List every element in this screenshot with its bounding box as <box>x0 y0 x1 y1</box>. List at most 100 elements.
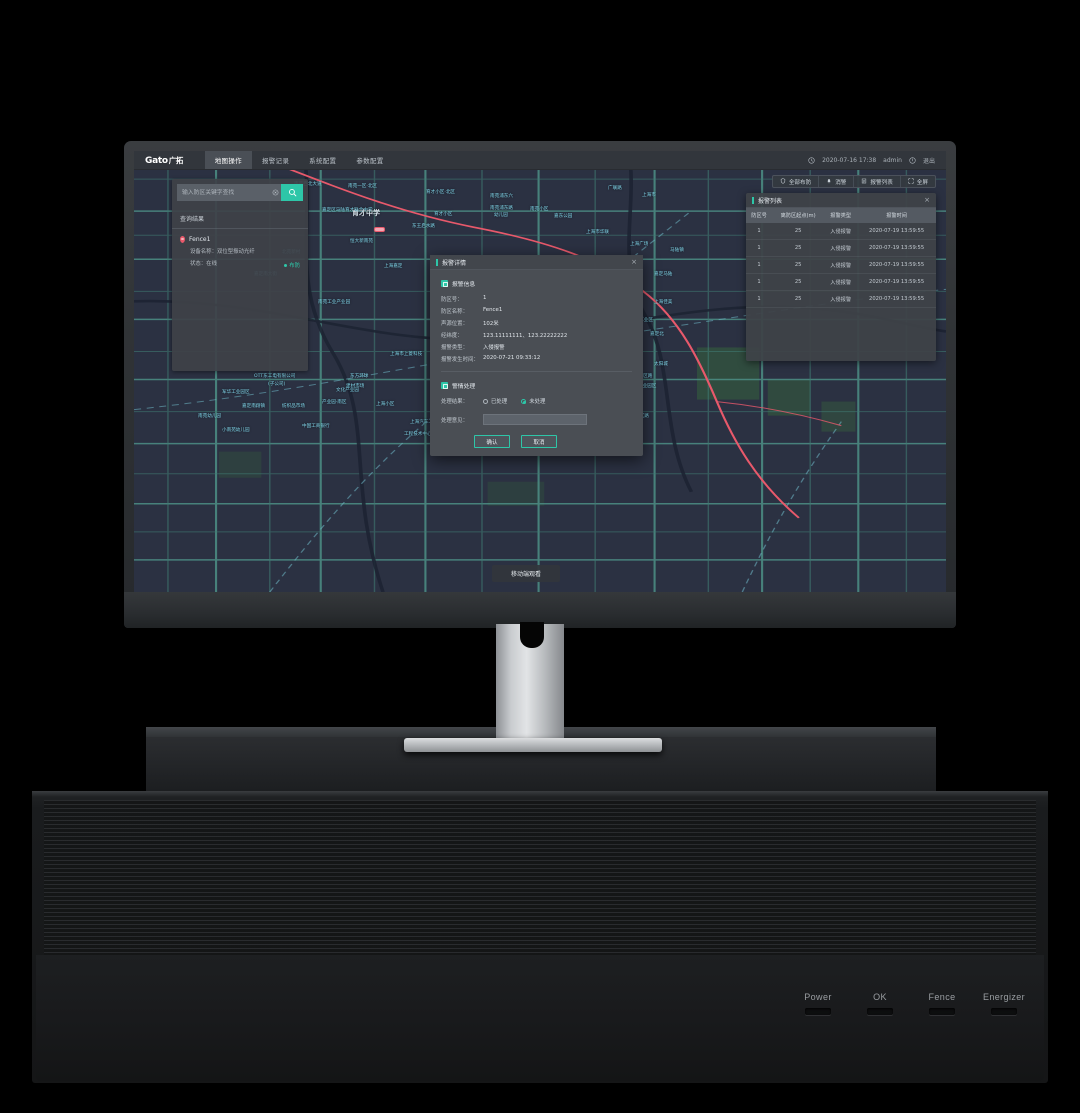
led-label: OK <box>873 992 887 1002</box>
field-value: 123.11111111、123.22222222 <box>483 333 568 339</box>
table-row[interactable]: 1 25 入侵报警 2020-07-19 13:59:55 <box>746 290 936 308</box>
chassis-front-panel <box>36 955 1044 1081</box>
map-toolbar-button-2[interactable]: 报警列表 <box>854 176 901 187</box>
map-pin-icon <box>180 236 185 243</box>
field-label: 报警发生时间： <box>441 357 479 363</box>
stand-cable-cutout <box>520 622 544 648</box>
nav-tab-1[interactable]: 报警记录 <box>252 151 299 169</box>
search-input[interactable] <box>177 184 269 201</box>
logout-icon[interactable] <box>909 156 916 164</box>
led-power: Power <box>795 992 841 1015</box>
search-button[interactable] <box>281 184 303 201</box>
field-value: 2020-07-21 09:33:12 <box>483 355 541 361</box>
modal-title: 报警详情 <box>442 259 467 267</box>
close-icon[interactable]: × <box>924 196 930 204</box>
map-toolbar: 全部布防 消警 报警列表 全屏 <box>771 175 936 188</box>
field-label: 防区号： <box>441 297 463 303</box>
monitor-stand-base <box>404 738 662 752</box>
result-title-row: Fence1 <box>180 236 300 243</box>
led-label: Power <box>804 992 832 1002</box>
alarm-cell-2: 入侵报警 <box>824 223 858 240</box>
map-alarm-marker[interactable] <box>374 227 385 232</box>
cancel-button[interactable]: 取消 <box>521 435 557 448</box>
alarm-col-header-2: 报警类型 <box>824 208 858 223</box>
alarm-info-section-title: 报警信息 <box>441 279 643 288</box>
chassis-vent-grille <box>44 800 1036 960</box>
map-toolbar-button-3[interactable]: 全屏 <box>901 176 935 187</box>
alarm-col-header-1: 离防区起点(m) <box>772 208 825 223</box>
nav-tabs: 地图操作 报警记录 系统配置 参数配置 <box>204 151 394 169</box>
alarm-cell-2: 入侵报警 <box>824 256 858 274</box>
radio-handled[interactable]: 已处理 <box>483 397 507 405</box>
result-row: 处理结果： 已处理 未处理 <box>441 397 643 405</box>
alarm-cell-1: 25 <box>772 239 825 257</box>
alarm-handle-section-title: 警情处理 <box>441 381 643 390</box>
field-label: 声源位置： <box>441 321 468 327</box>
radio-handled-dot <box>483 398 488 404</box>
alarm-cell-0: 1 <box>746 223 773 240</box>
table-row[interactable]: 1 25 入侵报警 2020-07-19 13:59:55 <box>746 223 936 240</box>
led-indicator <box>867 1008 893 1015</box>
search-result-item[interactable]: Fence1 设备名称：双位型振动光纤 状态：在线 布防 <box>172 229 308 273</box>
radio-unhandled[interactable]: 未处理 <box>521 397 545 405</box>
alarm-panel-title: 报警列表 <box>758 197 783 205</box>
top-navigation-bar: Gato 广拓 地图操作 报警记录 系统配置 参数配置 2020-07-16 17:3… <box>134 151 946 170</box>
table-row[interactable]: 1 25 入侵报警 2020-07-19 13:59:55 <box>746 239 936 257</box>
radio-handled-label: 已处理 <box>491 399 508 405</box>
modal-field-0: 防区号： 1 <box>441 295 643 303</box>
nav-tab-2[interactable]: 系统配置 <box>299 151 346 169</box>
led-indicator <box>929 1008 955 1015</box>
alarm-detail-modal: 报警详情 × 报警信息 防区号： 1 防区名称： Fence1 声源位置： 102米 经纬度… <box>430 255 643 456</box>
table-row[interactable]: 1 25 入侵报警 2020-07-19 13:59:55 <box>746 256 936 274</box>
modal-header: 报警详情 × <box>430 255 643 270</box>
accent-bar <box>752 196 754 204</box>
radio-unhandled-label: 未处理 <box>529 399 546 405</box>
bell-off-icon <box>826 178 832 186</box>
field-label: 经纬度： <box>441 333 463 339</box>
status-dot-icon <box>284 263 288 267</box>
modal-buttons: 确认 取消 <box>474 435 643 448</box>
section-label: 警情处理 <box>452 384 476 390</box>
alarm-cell-2: 入侵报警 <box>824 290 858 308</box>
handle-icon <box>441 382 449 390</box>
alarm-cell-3: 2020-07-19 13:59:55 <box>857 239 936 257</box>
map-toolbar-label: 报警列表 <box>870 179 893 186</box>
table-row[interactable]: 1 25 入侵报警 2020-07-19 13:59:55 <box>746 273 936 291</box>
alarm-cell-3: 2020-07-19 13:59:55 <box>857 223 936 240</box>
modal-field-5: 报警发生时间： 2020-07-21 09:33:12 <box>441 355 643 363</box>
close-icon[interactable]: × <box>631 258 637 266</box>
field-value: Fence1 <box>483 307 503 313</box>
confirm-button[interactable]: 确认 <box>474 435 510 448</box>
led-ok: OK <box>857 992 903 1015</box>
search-icon <box>288 189 296 197</box>
led-label: Fence <box>928 992 956 1002</box>
application-ui: 育才中学育才小区·北区育才小区南苑西北大道南苑一区·北区嘉定区马陆育才联合中学南… <box>134 151 946 592</box>
result-label: 处理结果： <box>441 399 468 405</box>
map-toolbar-label: 全部布防 <box>788 179 812 186</box>
nav-tab-3[interactable]: 参数配置 <box>346 151 393 169</box>
monitor-bezel: 育才中学育才小区·北区育才小区南苑西北大道南苑一区·北区嘉定区马陆育才联合中学南… <box>134 151 946 592</box>
circle-x-icon[interactable] <box>269 184 281 201</box>
screenshot-scene: 育才中学育才小区·北区育才小区南苑西北大道南苑一区·北区嘉定区马陆育才联合中学南… <box>0 0 1080 1113</box>
map-toolbar-button-1[interactable]: 消警 <box>819 176 855 187</box>
modal-field-1: 防区名称： Fence1 <box>441 307 643 315</box>
mobile-view-button[interactable]: 移动端观看 <box>492 565 560 582</box>
section-label: 报警信息 <box>452 282 476 288</box>
alarm-table-body: 1 25 入侵报警 2020-07-19 13:59:55 1 25 入侵报警 2020-07… <box>746 223 936 308</box>
map-toolbar-button-0[interactable]: 全部布防 <box>773 176 820 187</box>
alarm-panel-header: 报警列表 × <box>746 193 936 208</box>
result-name: Fence1 <box>189 236 211 243</box>
clock-icon <box>808 156 815 164</box>
opinion-input[interactable] <box>483 414 587 425</box>
nav-tab-0[interactable]: 地图操作 <box>204 151 252 169</box>
led-label: Energizer <box>982 992 1026 1002</box>
field-value: 1 <box>483 295 487 301</box>
logo-text-cn: 广拓 <box>168 155 184 165</box>
app-logo: Gato 广拓 <box>145 155 183 166</box>
logo-text: Gato <box>145 155 168 166</box>
topbar-right: 2020-07-16 17:38 admin 退出 <box>808 156 935 165</box>
logout-button[interactable]: 退出 <box>923 156 935 165</box>
map-toolbar-label: 消警 <box>835 179 847 186</box>
alarm-cell-0: 1 <box>746 290 773 308</box>
led-indicator <box>991 1008 1017 1015</box>
